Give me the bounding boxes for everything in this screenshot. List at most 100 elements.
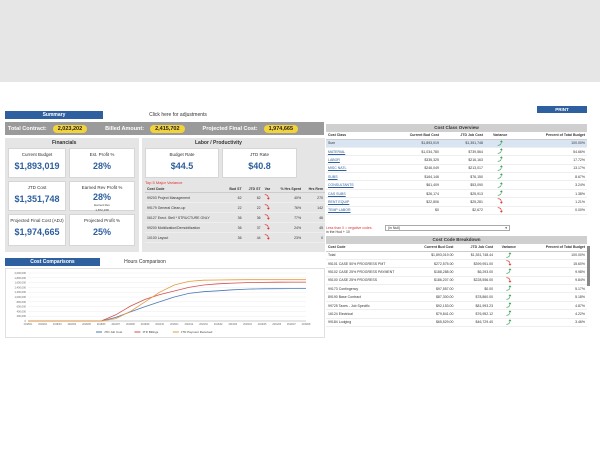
table-row[interactable]: MISC NATL $246,049 $213,017 ⤴ 13.17%: [326, 164, 587, 174]
est-profit-card: Est. Profit % 28%: [69, 148, 135, 178]
cell-name: 95100 CASE 25% PROGRESS: [326, 276, 406, 286]
col-jtd-job-cost: JTD Job Cost: [440, 132, 485, 140]
arrow-down-icon: ⤵: [484, 197, 516, 207]
billed-amount-value: 2,415,702: [150, 124, 185, 133]
table-row[interactable]: CONSULTANTS $61,409 $53,090 ⤴ 3.24%: [326, 180, 587, 190]
y-tick-label: 1,400,000: [14, 285, 26, 289]
projected-final-cost-card-value: $1,974,665: [14, 227, 60, 237]
summary-tabs: Summary Click here for adjustments: [5, 111, 253, 119]
cell-current-bud: $335,325: [386, 155, 441, 165]
table-row[interactable]: CAS SUBS $26,174 $25,913 ⤴ 1.38%: [326, 189, 587, 199]
cell-jtd-cost: $78,860.00: [455, 292, 496, 302]
table-row[interactable]: 99725 Taxes - Job Specific $92,153.00 $81,…: [326, 301, 587, 311]
cell-name[interactable]: SUBS: [326, 172, 386, 182]
tab-hours-comparison[interactable]: Hours Comparison: [100, 258, 190, 266]
cell-current-bud: $164,146: [386, 172, 441, 182]
table-row[interactable]: 06127 Erect. Stell * STRUCTURE ONLY 36 36 ⤵…: [145, 212, 325, 223]
cell-name[interactable]: RENT EQUIP: [326, 197, 386, 207]
cell-name[interactable]: CAS SUBS: [326, 189, 386, 199]
table-row[interactable]: Sum $1,893,019 $1,351,748 ⤴ 100.00%: [326, 139, 587, 148]
cost-code-filter-select[interactable]: (in Null) ▾: [385, 225, 510, 231]
cell-jtd: 22: [243, 202, 263, 213]
cell-jtd-cost: $81,993.23: [455, 301, 496, 311]
cell-current-bud: $1,893,019.00: [406, 251, 456, 260]
cell-jtd-cost: $1,351,748.44: [455, 251, 496, 260]
cell-jtd: 62: [243, 192, 263, 203]
cell-name[interactable]: LABOR: [326, 155, 386, 165]
x-tick-label: 2018/12: [185, 323, 194, 326]
table-row[interactable]: 99173 Contingency $97,557.00 $0.00 ⤴ 5.17%: [326, 284, 587, 294]
projected-final-cost-card: Projected Final Cost (ADJ) $1,974,665: [8, 214, 66, 246]
y-tick-label: 2,000,000: [14, 271, 26, 275]
jtd-rate-value: $40.8: [248, 161, 271, 171]
cell-current-bud: $61,409: [386, 180, 441, 190]
cost-code-table: Cost Code Current Bud Cost JTD Job Cost …: [326, 244, 587, 328]
legend-label: JTD Payment Received: [181, 330, 213, 334]
table-row[interactable]: 89190 Base Contract $87,300.00 $78,860.00 ⤴…: [326, 292, 587, 302]
series-line-1: [28, 281, 306, 322]
cell-jtd-cost: $228,556.00: [455, 276, 496, 286]
table-row[interactable]: 10100 Layout 36 44 ⤵ 23% 0: [145, 232, 325, 243]
cell-code: 99203 Project Management: [145, 192, 225, 203]
arrow-up-icon: ⤴: [495, 309, 523, 319]
cell-name[interactable]: CONSULTANTS: [326, 180, 386, 190]
arrow-up-icon: ⤴: [484, 189, 516, 199]
table-row[interactable]: 99179 General Clean-up 22 22 ⤵ 76% 142: [145, 202, 325, 213]
table-row[interactable]: TEMP LABOR $0 $2,672 ⤵ 0.00%: [326, 206, 587, 216]
x-tick-label: 2018/11: [170, 323, 179, 326]
arrow-down-icon: ⤵: [495, 259, 523, 269]
table-row[interactable]: MATERIAL $1,034,780 $739,564 ⤴ 54.66%: [326, 147, 587, 157]
arrow-down-icon: ⤵: [262, 192, 274, 203]
cell-name[interactable]: MISC NATL: [326, 164, 386, 174]
tab-cost-comparisons[interactable]: Cost Comparisons: [5, 258, 100, 266]
table-row[interactable]: 99200 Mobilization/Demobilization 36 37 ⤵ 24…: [145, 222, 325, 233]
legend-label: JTD Job Cost: [104, 330, 122, 334]
y-tick-label: 800,000: [17, 300, 27, 304]
arrow-up-icon: ⤴: [495, 301, 523, 311]
cell-pct: 24%: [273, 222, 304, 233]
col-current-bud: Current Bud Cost: [386, 132, 441, 140]
kpi-bar: Total Contract: 2,023,202 Billed Amount:…: [5, 122, 324, 135]
table-row[interactable]: Total $1,893,019.00 $1,351,748.44 ⤴ 100.00%: [326, 251, 587, 260]
cell-pct-total: 4.87%: [522, 301, 587, 311]
cell-current-bud: $79,841.00: [406, 309, 456, 319]
arrow-up-icon: ⤴: [484, 147, 516, 157]
arrow-up-icon: ⤴: [484, 172, 516, 182]
tab-adjustments[interactable]: Click here for adjustments: [103, 111, 253, 119]
x-tick-label: 2018/09: [141, 323, 150, 326]
table-row[interactable]: 99203 Project Management 62 62 ⤵ 40% 270: [145, 192, 325, 203]
cell-pct: 76%: [273, 202, 304, 213]
col-cost-code: Cost Code: [326, 244, 406, 252]
cell-jtd-cost: $399,951.00: [455, 259, 496, 269]
table-row[interactable]: LABOR $335,325 $216,163 ⤴ 17.72%: [326, 155, 587, 165]
cell-current-bud: $246,049: [386, 164, 441, 174]
cost-code-scrollbar[interactable]: [587, 246, 590, 286]
cost-comparison-chart: 0200,000400,000600,000800,0001,000,0001,…: [14, 271, 311, 334]
current-budget-value: $1,893,019: [14, 161, 60, 171]
earned-rev-sub-label: Earned Rev: [94, 203, 110, 207]
cell-pct: 40%: [273, 192, 304, 203]
filter-select-value: (in Null): [388, 226, 401, 230]
cell-bud: 62: [224, 192, 244, 203]
cell-name[interactable]: TEMP LABOR: [326, 206, 386, 216]
x-tick-label: 2019/06: [272, 323, 281, 326]
table-row[interactable]: 95102 CASE 25% PROGRESS PAYMENT $188,288.…: [326, 267, 587, 277]
table-row[interactable]: 95101 CASE 50% PROGRESS PMT $272,575.00 $3…: [326, 259, 587, 269]
table-row[interactable]: 99184 Lodging $65,529.00 $46,729.40 ⤴ 3.46%: [326, 318, 587, 328]
print-button[interactable]: PRINT: [537, 106, 587, 113]
arrow-up-icon: ⤴: [484, 139, 516, 148]
chart-tabs: Cost Comparisons Hours Comparison: [5, 258, 190, 266]
cell-jtd-cost: $76,150: [440, 172, 485, 182]
cell-name[interactable]: MATERIAL: [326, 147, 386, 157]
table-row[interactable]: RENT EQUIP $22,806 $25,281 ⤵ 1.21%: [326, 197, 587, 207]
x-tick-label: 2019/05: [258, 323, 267, 326]
cell-bud: 22: [224, 202, 244, 213]
table-row[interactable]: 95100 CASE 25% PROGRESS $186,207.00 $228,5…: [326, 276, 587, 286]
table-row[interactable]: SUBS $164,146 $76,150 ⤴ 8.67%: [326, 172, 587, 182]
tab-summary[interactable]: Summary: [5, 111, 103, 119]
cell-pct: 77%: [273, 212, 304, 223]
cell-pct-total: 1.21%: [515, 197, 587, 207]
x-tick-label: 2018/03: [53, 323, 62, 326]
jtd-rate-label: JTD Rate: [249, 152, 269, 157]
table-row[interactable]: 16124 Electrical $79,841.00 $76,952.12 ⤴ 4.2…: [326, 309, 587, 319]
